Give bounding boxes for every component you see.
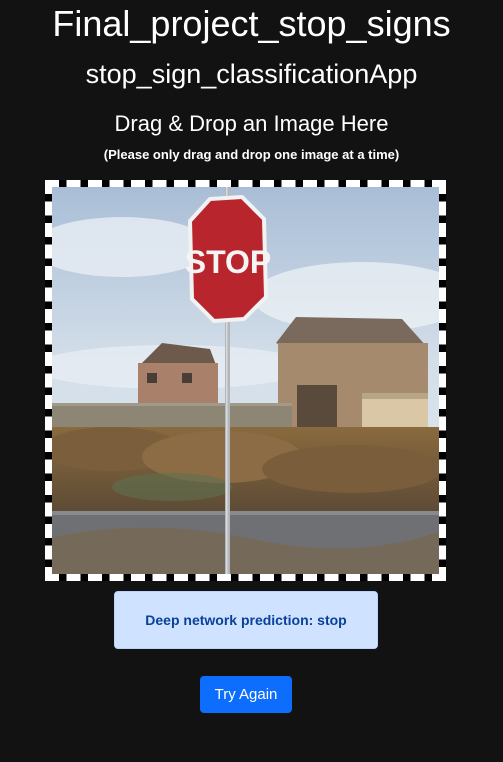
page-title: Final_project_stop_signs	[52, 3, 451, 44]
drop-heading: Drag & Drop an Image Here	[114, 111, 389, 136]
stop-sign-text: STOP	[185, 244, 272, 280]
app-page: Final_project_stop_signs stop_sign_class…	[0, 0, 503, 762]
app-subtitle: stop_sign_classificationApp	[85, 59, 418, 89]
uploaded-image-preview: STOP	[52, 187, 439, 574]
prediction-alert: Deep network prediction: stop	[114, 591, 378, 649]
try-again-button[interactable]: Try Again	[200, 676, 292, 713]
drop-instructions: (Please only drag and drop one image at …	[103, 147, 400, 162]
image-drop-zone[interactable]: STOP	[45, 180, 446, 581]
